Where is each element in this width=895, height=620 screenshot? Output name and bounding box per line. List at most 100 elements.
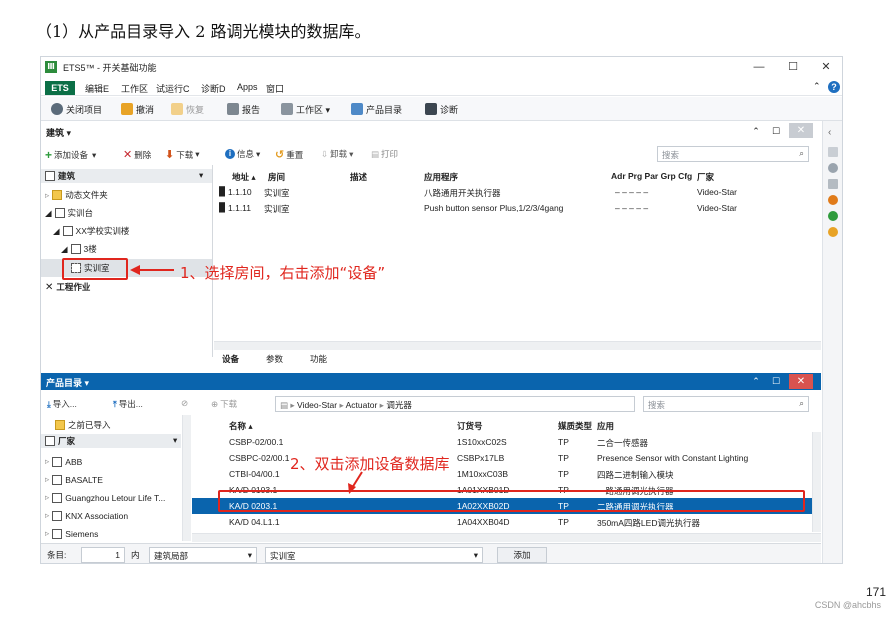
device-icon: ▐▌ xyxy=(216,202,229,212)
tab-devices[interactable]: 设备 xyxy=(222,353,239,365)
tree-node-training-platform[interactable]: ◢ 实训台 xyxy=(45,207,93,219)
reset-button[interactable]: ↺ 重置 xyxy=(275,148,303,161)
info-button[interactable]: i 信息 ▾ xyxy=(225,148,260,160)
print-button[interactable]: ▤ 打印 xyxy=(371,148,398,160)
col-medium[interactable]: 媒质类型 xyxy=(558,420,592,432)
catalog-row-application: 四路二进制输入模块 xyxy=(597,470,674,480)
minimize-button[interactable]: — xyxy=(749,59,769,75)
undo-history-icon[interactable] xyxy=(828,227,838,237)
tree-node-dynamic-folder[interactable]: ▹ 动态文件夹 xyxy=(45,189,108,201)
unload-dropdown-icon[interactable]: ▾ xyxy=(349,149,353,160)
download-button[interactable]: ⬇ 下载 ▾ xyxy=(165,148,200,161)
building-icon xyxy=(54,208,65,218)
menu-window[interactable]: 窗口 xyxy=(266,82,284,95)
magnifier-icon[interactable] xyxy=(828,163,838,173)
row-manufacturer: Video-Star xyxy=(697,203,738,213)
panel-restore-icon[interactable]: ☐ xyxy=(769,125,783,137)
catalog-download-button[interactable]: ⊕ 下载 xyxy=(211,398,237,410)
row-flags: – – – – – xyxy=(615,187,649,197)
import-button[interactable]: ⤓ 导入... xyxy=(47,398,77,410)
col-flags[interactable]: Adr Prg Par Grp Cfg xyxy=(611,171,692,181)
menu-apps[interactable]: Apps xyxy=(237,82,258,92)
tree-node-school-building[interactable]: ◢ XX学校实训楼 xyxy=(53,225,129,237)
catalog-filter-button[interactable]: ⊘ xyxy=(181,398,188,409)
menu-workspace[interactable]: 工作区 xyxy=(121,82,148,95)
catalog-close-button[interactable]: ✕ xyxy=(789,374,813,389)
tree-node-manufacturers[interactable]: 厂家 xyxy=(45,435,75,447)
tree-node-manufacturer[interactable]: ▹ ABB xyxy=(45,456,82,467)
undo-button[interactable]: 撤消 xyxy=(121,101,154,117)
breadcrumb-item[interactable]: Video-Star xyxy=(297,400,337,410)
building-search-input[interactable]: 搜索 ⌕ xyxy=(657,146,809,162)
catalog-tree-scrollbar[interactable] xyxy=(182,415,191,541)
report-button[interactable]: 报告 xyxy=(227,101,260,117)
info-dropdown-icon[interactable]: ▾ xyxy=(256,149,260,160)
export-button[interactable]: ⤒ 导出... xyxy=(113,398,143,410)
tree-node-previously-imported[interactable]: 之前已导入 xyxy=(55,419,111,431)
building-panel-title[interactable]: 建筑 ▾ xyxy=(46,126,71,139)
panel-collapse-icon[interactable]: ⌃ xyxy=(749,125,763,137)
search-icon: ⌕ xyxy=(799,148,804,158)
tree-node-manufacturer[interactable]: ▹ Siemens xyxy=(45,528,98,539)
diagnostics-button[interactable]: 诊断 xyxy=(425,101,458,117)
breadcrumb-item[interactable]: 调光器 xyxy=(386,400,412,410)
manufacturer-icon xyxy=(52,474,63,485)
clock-icon[interactable] xyxy=(828,195,838,205)
panel-close-button[interactable]: ✕ xyxy=(789,123,813,138)
add-device-dropdown-icon[interactable]: ▾ xyxy=(92,150,96,161)
items-stepper[interactable]: 1 xyxy=(81,547,125,563)
ets-menu-button[interactable]: ETS xyxy=(45,81,75,95)
tree-node-trades[interactable]: ✕ 工程作业 xyxy=(45,281,90,293)
redo-button[interactable]: 恢复 xyxy=(171,101,204,117)
download-dropdown-icon[interactable]: ▾ xyxy=(195,149,199,160)
tree-root-dropdown-icon[interactable]: ▾ xyxy=(199,170,203,181)
tree-node-manufacturer[interactable]: ▹ KNX Association xyxy=(45,510,128,521)
col-address[interactable]: 地址 ▴ xyxy=(232,171,256,183)
properties-icon[interactable] xyxy=(828,147,838,157)
catalog-search-input[interactable]: 搜索 ⌕ xyxy=(643,396,809,412)
imported-folder-icon xyxy=(55,420,65,430)
manufacturer-dropdown-icon[interactable]: ▾ xyxy=(173,435,177,446)
tree-node-manufacturer[interactable]: ▹ BASALTE xyxy=(45,474,103,485)
add-button[interactable]: 添加 xyxy=(497,547,547,563)
col-name[interactable]: 名称 ▴ xyxy=(229,420,253,432)
clipboard-icon[interactable] xyxy=(828,179,838,189)
menu-diagnostics[interactable]: 诊断D xyxy=(201,82,226,95)
tree-node-floor[interactable]: ◢ 3楼 xyxy=(61,243,97,255)
tree-node-manufacturer[interactable]: ▹ Guangzhou Letour Life T... xyxy=(45,492,165,503)
room-select[interactable]: 实训室 ▾ xyxy=(265,547,483,563)
col-application[interactable]: 应用程序 xyxy=(424,171,458,183)
scope-select[interactable]: 建筑局部 ▾ xyxy=(149,547,257,563)
unload-button[interactable]: ⇩ 卸载 ▾ xyxy=(321,148,353,160)
col-order-number[interactable]: 订货号 xyxy=(457,420,483,432)
col-description[interactable]: 描述 xyxy=(350,171,367,183)
help-icon[interactable]: ? xyxy=(828,81,840,93)
catalog-restore-icon[interactable]: ☐ xyxy=(769,375,783,387)
tab-parameters[interactable]: 参数 xyxy=(266,353,283,365)
device-table-h-scrollbar[interactable] xyxy=(214,341,821,350)
maximize-button[interactable]: ☐ xyxy=(783,59,803,75)
tab-functions[interactable]: 功能 xyxy=(310,353,327,365)
col-manufacturer[interactable]: 厂家 xyxy=(697,171,714,183)
tree-node-building[interactable]: 建筑 xyxy=(45,170,75,182)
collapse-ribbon-icon[interactable]: ⌃ xyxy=(813,81,821,92)
col-room[interactable]: 房间 xyxy=(268,171,285,183)
catalog-panel-title[interactable]: 产品目录 ▾ xyxy=(46,376,89,389)
collapse-side-panel-icon[interactable]: ‹ xyxy=(828,127,838,138)
catalog-button[interactable]: 产品目录 xyxy=(351,101,402,117)
close-project-button[interactable]: 关闭项目 xyxy=(51,101,102,117)
add-device-button[interactable]: + 添加设备 ▾ xyxy=(45,148,96,162)
menu-edit[interactable]: 编辑E xyxy=(85,82,109,95)
breadcrumb-item[interactable]: Actuator xyxy=(346,400,378,410)
close-window-button[interactable]: ✕ xyxy=(816,59,836,75)
catalog-collapse-icon[interactable]: ⌃ xyxy=(749,375,763,387)
catalog-table-h-scrollbar[interactable] xyxy=(192,533,821,542)
delete-button[interactable]: ✕ 删除 xyxy=(123,148,151,161)
play-icon[interactable] xyxy=(828,211,838,221)
watermark-text: CSDN @ahcbhs xyxy=(814,600,881,610)
menu-commissioning[interactable]: 试运行C xyxy=(156,82,190,95)
workspace-button[interactable]: 工作区 ▾ xyxy=(281,101,330,117)
col-catalog-application[interactable]: 应用 xyxy=(597,420,614,432)
catalog-table-v-scrollbar[interactable] xyxy=(812,432,821,532)
undo-icon xyxy=(121,103,133,115)
